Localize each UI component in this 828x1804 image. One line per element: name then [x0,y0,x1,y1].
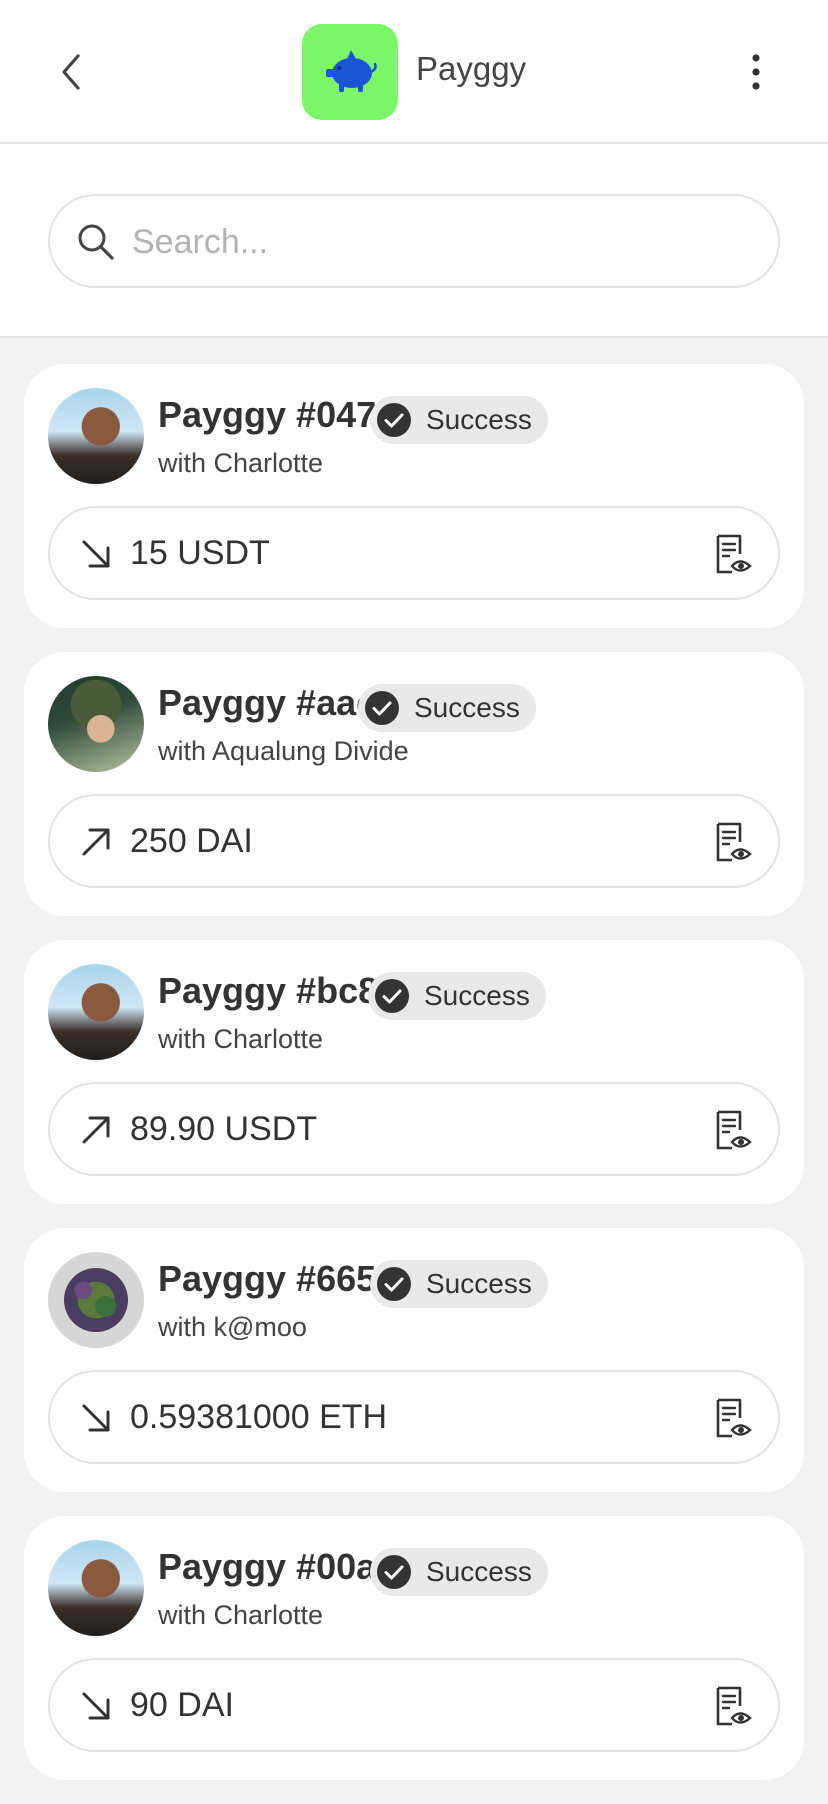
transaction-card[interactable]: Payggy #047d Success with Charlotte 15 U… [24,364,804,628]
more-options-button[interactable] [736,48,776,96]
amount-value: 0.59381000 ETH [130,1398,388,1436]
transaction-card[interactable]: Payggy #00a2 Success with Charlotte 90 D… [24,1516,804,1780]
avatar [48,1252,144,1348]
transaction-title: Payggy #665c [158,1258,397,1299]
status-badge: Success [358,684,536,732]
transaction-card[interactable]: Payggy #bc87 Success with Charlotte 89.9… [24,940,804,1204]
transaction-card[interactable]: Payggy #aac1 Success with Aqualung Divid… [24,652,804,916]
receipt-view-icon[interactable] [710,532,754,576]
transaction-title: Payggy #047d [158,394,399,435]
arrow-up-right-icon [82,828,110,856]
status-badge: Success [370,1260,548,1308]
amount-value: 90 DAI [130,1686,234,1724]
amount-row[interactable]: 250 DAI [48,794,780,888]
arrow-up-right-icon [82,1116,110,1144]
amount-row[interactable]: 0.59381000 ETH [48,1370,780,1464]
amount-value: 15 USDT [130,534,270,572]
status-badge: Success [368,972,546,1020]
status-badge: Success [370,396,548,444]
chevron-left-icon [62,54,80,90]
amount-value: 250 DAI [130,822,253,860]
transaction-title: Payggy #bc87 [158,970,399,1011]
transaction-list: Payggy #047d Success with Charlotte 15 U… [24,364,804,1804]
app-title: Payggy [416,50,527,87]
search-box[interactable] [48,194,780,288]
amount-value: 89.90 USDT [130,1110,318,1148]
app-logo [302,24,398,120]
arrow-down-right-icon [82,540,110,568]
receipt-view-icon[interactable] [710,1108,754,1152]
more-vertical-icon [752,54,760,90]
check-circle-icon [377,1267,411,1301]
status-text: Success [414,692,520,723]
search-input[interactable] [130,214,734,270]
check-circle-icon [375,979,409,1013]
amount-row[interactable]: 90 DAI [48,1658,780,1752]
transaction-title: Payggy #00a2 [158,1546,397,1587]
receipt-view-icon[interactable] [710,1684,754,1728]
counterparty-label: with Aqualung Divide [158,736,409,766]
status-text: Success [426,1268,532,1299]
status-badge: Success [370,1548,548,1596]
check-circle-icon [365,691,399,725]
avatar-image [64,1268,128,1332]
counterparty-label: with Charlotte [158,448,324,478]
counterparty-label: with k@moo [158,1312,307,1342]
app-header: Payggy [0,0,828,144]
check-circle-icon [377,1555,411,1589]
avatar [48,676,144,772]
arrow-down-right-icon [82,1692,110,1720]
counterparty-label: with Charlotte [158,1600,324,1630]
arrow-down-right-icon [82,1404,110,1432]
search-icon [78,224,114,260]
status-text: Success [426,404,532,435]
status-text: Success [424,980,530,1011]
piggy-bank-icon [326,50,377,92]
receipt-view-icon[interactable] [710,1396,754,1440]
avatar [48,388,144,484]
amount-row[interactable]: 89.90 USDT [48,1082,780,1176]
transaction-card[interactable]: Payggy #665c Success with k@moo 0.593810… [24,1228,804,1492]
back-button[interactable] [48,48,96,96]
check-circle-icon [377,403,411,437]
avatar [48,964,144,1060]
counterparty-label: with Charlotte [158,1024,324,1054]
status-text: Success [426,1556,532,1587]
receipt-view-icon[interactable] [710,820,754,864]
search-area [0,144,828,338]
amount-row[interactable]: 15 USDT [48,506,780,600]
avatar [48,1540,144,1636]
